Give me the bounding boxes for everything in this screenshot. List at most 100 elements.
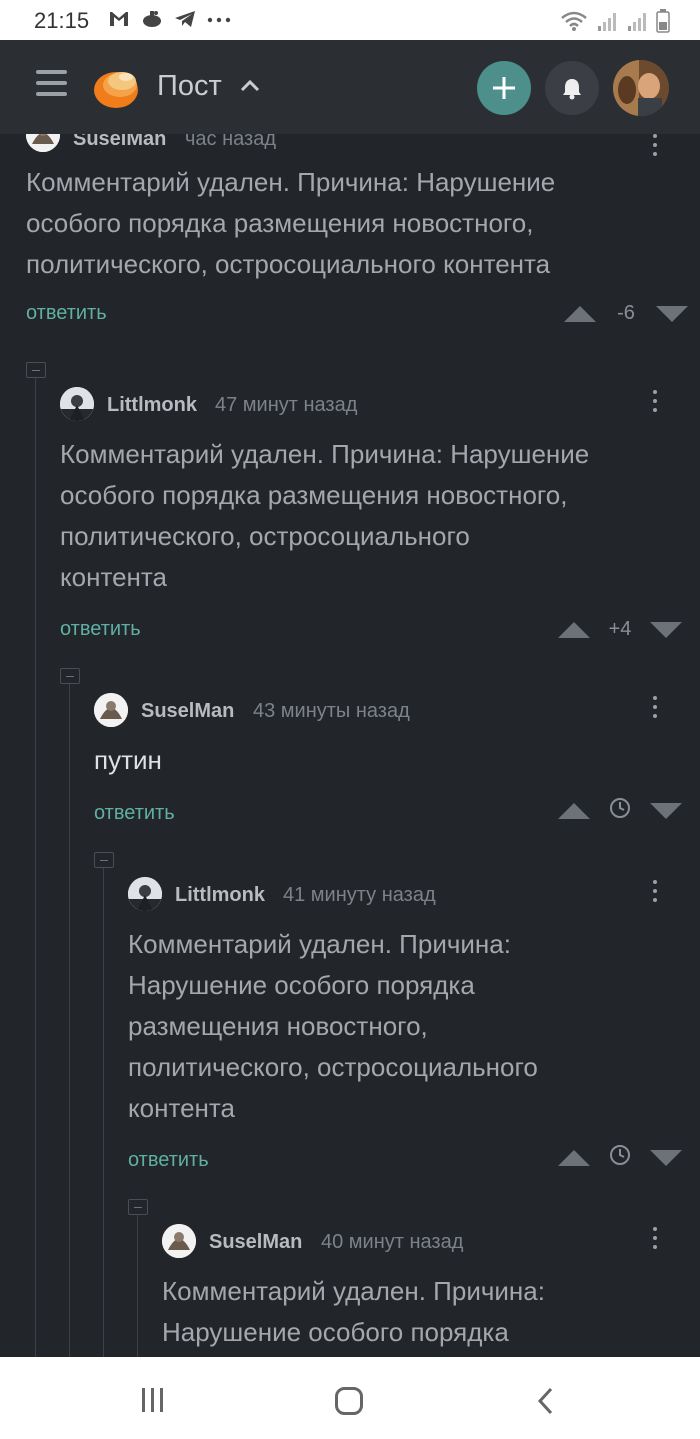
vote-controls <box>558 797 682 825</box>
reply-link[interactable]: ответить <box>128 1149 209 1172</box>
bell-icon <box>563 79 581 100</box>
comments-list: SuselMan час назад Комментарий удален. П… <box>0 134 700 1357</box>
comment-text-line: размещения новостного, <box>128 1011 428 1041</box>
collapse-thread-button[interactable] <box>128 1199 148 1215</box>
status-system-icons <box>560 9 670 33</box>
comment-text-line: политического, остросоциального контента <box>26 249 551 279</box>
status-notification-icons <box>108 9 232 29</box>
signal-icon-1 <box>598 13 616 31</box>
comment-text-line: Комментарий удален. Причина: <box>128 929 511 959</box>
collapse-thread-button[interactable] <box>26 362 46 378</box>
comment-text: Комментарий удален. Причина: Нарушение о… <box>128 924 680 1129</box>
comment: SuselMan час назад Комментарий удален. П… <box>26 134 688 334</box>
system-nav-bar <box>0 1357 700 1439</box>
avatar[interactable] <box>26 134 60 152</box>
plus-icon <box>493 77 515 99</box>
reply-link[interactable]: ответить <box>60 618 141 641</box>
comment-text-line: особого порядка размещения новостного, <box>26 208 534 238</box>
comment-time: 47 минут назад <box>215 394 358 416</box>
gmail-icon <box>110 12 128 26</box>
comment: SuselMan 43 минуты назад путин ответить <box>94 690 682 840</box>
comment-author[interactable]: Littlmonk <box>175 884 265 907</box>
clock-icon <box>610 1145 630 1165</box>
pikabu-status-icon <box>143 11 161 27</box>
collapse-thread-button[interactable] <box>94 852 114 868</box>
status-time: 21:15 <box>34 8 90 33</box>
more-notifications-icon <box>207 17 231 23</box>
upvote-icon[interactable] <box>558 621 590 638</box>
page-title[interactable]: Пост <box>157 70 222 103</box>
comment-score: +4 <box>608 618 632 640</box>
signal-icon-2 <box>628 13 646 31</box>
collapse-thread-button[interactable] <box>60 668 80 684</box>
notifications-button[interactable] <box>545 61 599 115</box>
reply-link[interactable]: ответить <box>94 802 175 825</box>
thread-line <box>103 868 104 1357</box>
thread-line <box>69 684 70 1357</box>
telegram-icon <box>175 11 195 27</box>
comment-author[interactable]: SuselMan <box>73 134 166 151</box>
comment-author[interactable]: Littlmonk <box>107 394 197 417</box>
thread-line <box>137 1215 138 1357</box>
vote-controls <box>558 1144 682 1172</box>
comment-text: путин <box>94 740 680 781</box>
comment-menu-button[interactable] <box>650 880 660 908</box>
vote-controls: -6 <box>564 302 688 325</box>
back-icon[interactable] <box>535 1386 555 1416</box>
home-icon[interactable] <box>334 1386 364 1416</box>
comment-text-line: особого порядка размещения новостного, <box>60 480 568 510</box>
comment-text-line: политического, остросоциального <box>128 1052 538 1082</box>
user-avatar[interactable] <box>613 60 669 116</box>
comment-text: Комментарий удален. Причина: Нарушение о… <box>162 1271 680 1353</box>
comment-time: 40 минут назад <box>321 1231 464 1253</box>
comment-score: -6 <box>617 302 635 324</box>
clock-icon <box>610 798 630 818</box>
comment-text: Комментарий удален. Причина: Нарушение о… <box>26 162 676 285</box>
upvote-icon[interactable] <box>558 1150 590 1166</box>
wifi-icon <box>561 11 587 31</box>
downvote-icon[interactable] <box>650 1150 682 1166</box>
avatar[interactable] <box>162 1224 196 1258</box>
comment-menu-button[interactable] <box>650 134 660 162</box>
avatar[interactable] <box>94 693 128 727</box>
app-header: Пост <box>0 40 700 134</box>
comment-text-line: политического, остросоциального <box>60 521 470 551</box>
comment-text-line: путин <box>94 745 162 775</box>
menu-icon[interactable] <box>36 70 67 102</box>
reply-link[interactable]: ответить <box>26 302 107 325</box>
comment-menu-button[interactable] <box>650 696 660 724</box>
upvote-icon[interactable] <box>564 305 596 322</box>
comment-text-line: Нарушение особого порядка <box>128 970 475 1000</box>
comment-author[interactable]: SuselMan <box>209 1231 302 1254</box>
comment-time: 41 минуту назад <box>283 884 436 906</box>
avatar[interactable] <box>60 387 94 421</box>
downvote-icon[interactable] <box>650 803 682 819</box>
comment-time: 43 минуты назад <box>253 700 410 722</box>
battery-icon <box>656 9 670 33</box>
downvote-icon[interactable] <box>656 305 688 322</box>
comment-text: Комментарий удален. Причина: Нарушение о… <box>60 434 680 598</box>
comment: Littlmonk 47 минут назад Комментарий уда… <box>60 384 682 644</box>
comment-score <box>590 1144 650 1172</box>
upvote-icon[interactable] <box>558 803 590 819</box>
recent-apps-icon[interactable] <box>139 1387 167 1413</box>
comment-text-line: Комментарий удален. Причина: Нарушение <box>60 439 590 469</box>
comment: Littlmonk 41 минуту назад Комментарий уд… <box>128 874 682 1184</box>
status-bar: 21:15 <box>0 0 700 40</box>
comment-author[interactable]: SuselMan <box>141 700 234 723</box>
comment-text-line: Комментарий удален. Причина: <box>162 1276 545 1306</box>
avatar[interactable] <box>128 877 162 911</box>
chevron-up-icon[interactable] <box>240 78 260 92</box>
downvote-icon[interactable] <box>650 621 682 638</box>
thread-line <box>35 378 36 1357</box>
comment: SuselMan 40 минут назад Комментарий удал… <box>162 1221 680 1357</box>
comment-text-line: Комментарий удален. Причина: Нарушение <box>26 167 556 197</box>
comment-time: час назад <box>185 134 277 150</box>
comment-text-line: Нарушение особого порядка <box>162 1317 509 1347</box>
add-post-button[interactable] <box>477 61 531 115</box>
comment-menu-button[interactable] <box>650 1227 660 1255</box>
comment-text-line: контента <box>60 562 167 592</box>
comment-score <box>590 797 650 825</box>
comment-menu-button[interactable] <box>650 390 660 418</box>
pikabu-logo[interactable] <box>92 64 142 110</box>
